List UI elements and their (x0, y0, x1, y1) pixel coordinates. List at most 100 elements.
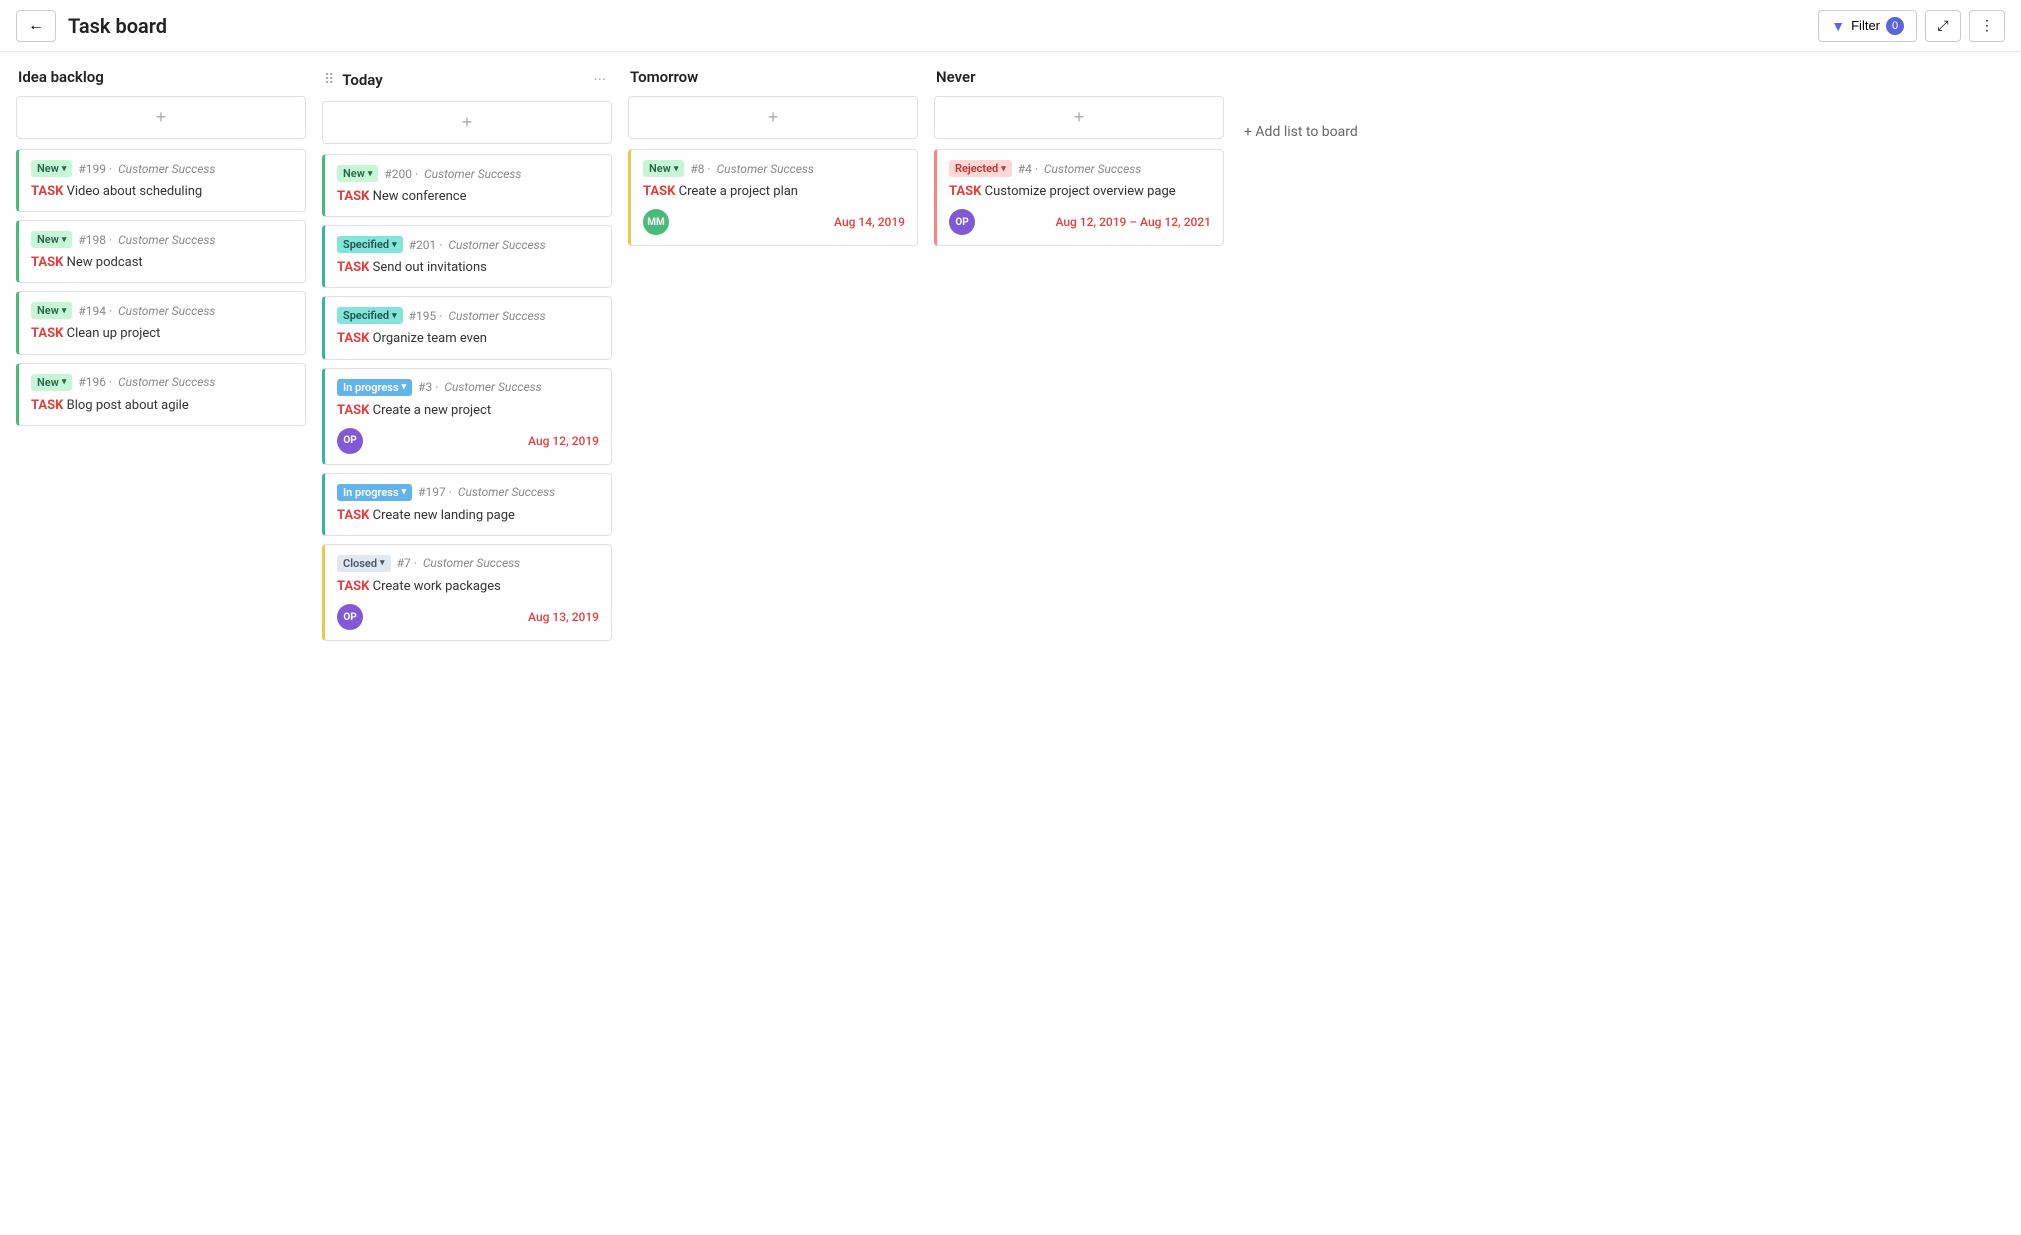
task-card[interactable]: Specified ▾#201 ·Customer SuccessTASK Se… (322, 225, 612, 288)
status-arrow-icon: ▾ (1001, 164, 1006, 174)
card-meta: New ▾ #196 · Customer Success (31, 374, 293, 391)
task-card[interactable]: New ▾#200 ·Customer SuccessTASK New conf… (322, 154, 612, 217)
card-id: #7 · (397, 556, 417, 570)
add-card-button[interactable]: + (322, 101, 612, 144)
status-badge[interactable]: New ▾ (31, 160, 72, 177)
task-type-label: TASK (31, 184, 63, 199)
card-title: TASK New podcast (31, 254, 293, 272)
avatar: OP (949, 209, 975, 235)
card-project: Customer Success (444, 380, 541, 394)
add-card-button[interactable]: + (628, 96, 918, 139)
add-card-button[interactable]: + (16, 96, 306, 139)
card-id: #197 · (418, 485, 452, 499)
back-button[interactable]: ← (16, 10, 56, 42)
card-id: #196 · (78, 375, 112, 389)
task-card[interactable]: Closed ▾ #7 · Customer Success TASK Create … (322, 544, 612, 641)
status-badge[interactable]: Specified ▾ (337, 236, 403, 253)
status-badge[interactable]: New ▾ (337, 165, 378, 182)
task-card[interactable]: New ▾#198 ·Customer SuccessTASK New podc… (16, 220, 306, 283)
card-project: Customer Success (423, 556, 520, 570)
task-type-label: TASK (337, 579, 369, 594)
card-title: TASK Video about scheduling (31, 183, 293, 201)
avatar: OP (337, 604, 363, 630)
task-type-label: TASK (337, 403, 369, 418)
more-options-button[interactable]: ⋮ (1969, 10, 2005, 42)
status-badge[interactable]: New ▾ (643, 160, 684, 177)
card-id: #195 · (409, 309, 443, 323)
filter-button[interactable]: ▼ Filter 0 (1818, 10, 1917, 42)
card-title: TASK Create new landing page (337, 507, 599, 525)
card-meta: Specified ▾#201 ·Customer Success (337, 236, 599, 253)
card-id: #199 · (78, 162, 112, 176)
filter-label: Filter (1851, 18, 1880, 33)
column-header-tomorrow: Tomorrow (628, 68, 918, 86)
card-meta: New ▾#198 ·Customer Success (31, 231, 293, 248)
status-badge[interactable]: Closed ▾ (337, 555, 391, 572)
expand-icon: ⤢ (1937, 17, 1948, 34)
add-list-button[interactable]: + Add list to board (1240, 116, 1362, 148)
status-badge[interactable]: In progress ▾ (337, 379, 412, 396)
status-arrow-icon: ▾ (402, 487, 407, 497)
column-header-idea-backlog: Idea backlog (16, 68, 306, 86)
task-type-label: TASK (31, 255, 63, 270)
card-meta: New ▾#8 ·Customer Success (643, 160, 905, 177)
expand-button[interactable]: ⤢ (1925, 10, 1961, 42)
status-badge[interactable]: Specified ▾ (337, 307, 403, 324)
avatar: OP (337, 428, 363, 454)
column-header-today: ⠿Today··· (322, 68, 612, 91)
task-type-label: TASK (337, 331, 369, 346)
status-badge[interactable]: New ▾ (31, 302, 72, 319)
status-arrow-icon: ▾ (380, 558, 385, 568)
status-badge[interactable]: Rejected ▾ (949, 160, 1012, 177)
card-footer: MMAug 14, 2019 (643, 209, 905, 235)
drag-handle-icon[interactable]: ⠿ (324, 72, 334, 88)
task-card[interactable]: New ▾#8 ·Customer SuccessTASK Create a p… (628, 149, 918, 246)
status-badge[interactable]: New ▾ (31, 374, 72, 391)
card-project: Customer Success (448, 309, 545, 323)
card-title: TASK Create a new project (337, 402, 599, 420)
card-project: Customer Success (458, 485, 555, 499)
card-title: TASK Blog post about agile (31, 397, 293, 415)
card-footer: OPAug 13, 2019 (337, 604, 599, 630)
task-card[interactable]: Specified ▾#195 ·Customer SuccessTASK Or… (322, 296, 612, 359)
card-meta: Specified ▾ #195 · Customer Success (337, 307, 599, 324)
card-meta: New ▾#200 ·Customer Success (337, 165, 599, 182)
task-type-label: TASK (31, 398, 63, 413)
card-id: #200 · (384, 167, 418, 181)
card-id: #3 · (418, 380, 438, 394)
card-id: #198 · (78, 233, 112, 247)
task-card[interactable]: In progress ▾ #3 · Customer Success TASK Cr… (322, 368, 612, 465)
task-card[interactable]: New ▾#194 ·Customer SuccessTASK Clean up… (16, 291, 306, 354)
column-title: Never (936, 68, 1222, 86)
card-meta: In progress ▾ #3 · Customer Success (337, 379, 599, 396)
card-project: Customer Success (118, 375, 215, 389)
task-card[interactable]: New ▾#199 ·Customer SuccessTASK Video ab… (16, 149, 306, 212)
status-arrow-icon: ▾ (402, 382, 407, 392)
page-title: Task board (68, 14, 1818, 38)
column-idea-backlog: Idea backlog + New ▾ #199 · Customer Success… (16, 68, 306, 434)
card-meta: New ▾#194 ·Customer Success (31, 302, 293, 319)
task-card[interactable]: Rejected ▾#4 ·Customer SuccessTASK Custo… (934, 149, 1224, 246)
card-meta: Closed ▾ #7 · Customer Success (337, 555, 599, 572)
task-type-label: TASK (337, 189, 369, 204)
back-icon: ← (28, 17, 44, 35)
task-card[interactable]: In progress ▾ #197 · Customer Success TASK … (322, 473, 612, 536)
card-id: #8 · (690, 162, 710, 176)
task-card[interactable]: New ▾ #196 · Customer Success TASK Blog pos… (16, 363, 306, 426)
card-title: TASK Create work packages (337, 578, 599, 596)
add-card-button[interactable]: + (934, 96, 1224, 139)
status-arrow-icon: ▾ (62, 377, 67, 387)
card-footer: OP Aug 12, 2019 – Aug 12, 2021 (949, 209, 1211, 235)
card-id: #4 · (1018, 162, 1038, 176)
card-meta: In progress ▾ #197 · Customer Success (337, 484, 599, 501)
card-id: #201 · (409, 238, 443, 252)
card-project: Customer Success (118, 304, 215, 318)
status-badge[interactable]: New ▾ (31, 231, 72, 248)
column-more-button[interactable]: ··· (589, 68, 610, 91)
status-badge[interactable]: In progress ▾ (337, 484, 412, 501)
avatar: MM (643, 209, 669, 235)
card-title: TASK Customize project overview page (949, 183, 1211, 201)
board: Idea backlog + New ▾ #199 · Customer Success… (0, 52, 2021, 665)
card-due-date: Aug 12, 2019 – Aug 12, 2021 (1055, 215, 1211, 229)
status-arrow-icon: ▾ (62, 164, 67, 174)
